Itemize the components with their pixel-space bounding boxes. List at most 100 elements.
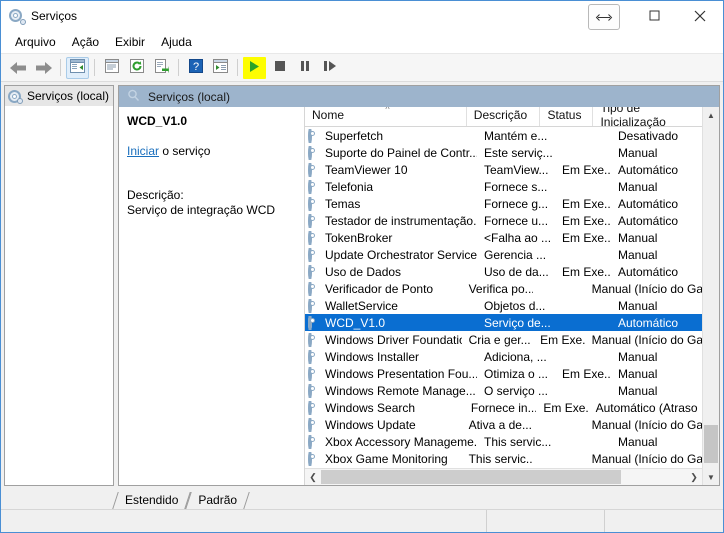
cell-descricao: Objetos d...	[484, 298, 546, 313]
cell-nome: Verificador de Ponto	[305, 281, 462, 296]
column-header-status[interactable]: Status	[540, 104, 594, 126]
cell-tipo-inicializacao: Automático (Atraso ...	[595, 400, 702, 415]
table-row[interactable]: Uso de Dados Uso de da... Em Exe... Automát…	[305, 263, 702, 280]
close-button[interactable]	[677, 1, 723, 30]
start-service-button[interactable]	[243, 56, 266, 79]
table-row[interactable]: Xbox Accessory Manageme... This servic...…	[305, 433, 702, 450]
cell-tipo-inicializacao: Manual	[618, 179, 658, 194]
cell-nome: Temas	[305, 196, 477, 211]
forward-button[interactable]	[32, 57, 55, 79]
table-row[interactable]: Suporte do Painel de Contr... Este serviç…	[305, 144, 702, 161]
tree-item-servicos-local[interactable]: Serviços (local)	[5, 86, 113, 106]
service-gear-icon	[308, 230, 321, 245]
cell-nome: Windows Update	[305, 417, 462, 432]
table-row[interactable]: TeamViewer 10 TeamView... Em Exe... Automát…	[305, 161, 702, 178]
table-row[interactable]: Windows Update Ativa a de... Manual (Iníci…	[305, 416, 702, 433]
pane-header: Serviços (local)	[119, 86, 719, 107]
service-gear-icon	[308, 451, 321, 466]
service-gear-icon	[308, 162, 321, 177]
scroll-up-arrow-icon[interactable]: ▲	[703, 107, 719, 123]
menu-exibir[interactable]: Exibir	[107, 32, 153, 52]
cell-descricao: Este serviç...	[484, 145, 553, 160]
menu-bar: Arquivo Ação Exibir Ajuda	[1, 31, 723, 54]
vscroll-thumb[interactable]	[704, 425, 718, 463]
properties-button[interactable]	[100, 57, 123, 79]
cell-tipo-inicializacao: Manual	[618, 366, 658, 381]
hscroll-thumb[interactable]	[321, 470, 621, 484]
cell-nome: WCD_V1.0	[305, 315, 477, 330]
cell-tipo-inicializacao: Manual	[618, 230, 658, 245]
show-hide-tree-button[interactable]	[66, 56, 89, 79]
cell-tipo-inicializacao: Manual	[618, 434, 658, 449]
scroll-right-arrow-icon[interactable]: ❯	[686, 469, 702, 485]
table-row[interactable]: Windows Search Fornece in... Em Exe... Auto…	[305, 399, 702, 416]
table-row[interactable]: TokenBroker <Falha ao ... Em Exe... Manual	[305, 229, 702, 246]
table-row[interactable]: Windows Presentation Fou... Otimiza o ...…	[305, 365, 702, 382]
tab-estendido[interactable]: Estendido	[112, 492, 192, 509]
cell-nome: Windows Search	[305, 400, 464, 415]
menu-arquivo[interactable]: Arquivo	[7, 32, 64, 52]
horizontal-scrollbar[interactable]: ❮ ❯	[305, 468, 702, 485]
stop-service-button[interactable]	[268, 57, 291, 79]
hscroll-track[interactable]	[321, 469, 686, 485]
cell-status: Em Exe...	[562, 162, 611, 177]
help-button[interactable]: ?	[184, 57, 207, 79]
table-row[interactable]: Windows Driver Foundation... Cria e ger..…	[305, 331, 702, 348]
vscroll-track[interactable]	[703, 123, 719, 469]
cell-nome-label: Windows Update	[325, 417, 416, 432]
cell-nome: TokenBroker	[305, 230, 477, 245]
back-button[interactable]	[7, 57, 30, 79]
cell-tipo-inicializacao: Desativado	[618, 128, 679, 143]
table-row[interactable]: WalletService Objetos d... Manual	[305, 297, 702, 314]
cell-tipo-inicializacao: Manual	[618, 145, 658, 160]
list-header: Nome ^ Descrição Status Tipo de Iniciali…	[305, 101, 702, 129]
cell-nome-label: Windows Remote Manage...	[325, 383, 476, 398]
table-row[interactable]: Xbox Game Monitoring This servic... Manual…	[305, 450, 702, 467]
table-row[interactable]: Testador de instrumentação... Fornece u..…	[305, 212, 702, 229]
main-body: Serviços (local) Serviços (local) WCD_V1…	[1, 82, 723, 489]
table-row[interactable]: Superfetch Mantém e... Desativado	[305, 127, 702, 144]
cell-nome: Update Orchestrator Service	[305, 247, 477, 262]
toolbar: ?	[1, 54, 723, 82]
service-gear-icon	[308, 264, 321, 279]
table-row[interactable]: WCD_V1.0 Serviço de... Automático	[305, 314, 702, 331]
status-pane-secondary	[487, 510, 605, 532]
column-header-descricao[interactable]: Descrição	[467, 104, 541, 126]
service-gear-icon	[308, 247, 321, 262]
tab-padrao[interactable]: Padrão	[185, 492, 250, 509]
table-row[interactable]: Temas Fornece g... Em Exe... Automático	[305, 195, 702, 212]
table-row[interactable]: Verificador de Ponto Verifica po... Manual…	[305, 280, 702, 297]
play-icon	[248, 60, 261, 76]
column-header-nome[interactable]: Nome ^	[305, 104, 467, 126]
cell-descricao: Gerencia ...	[484, 247, 547, 262]
detail-action-suffix: o serviço	[159, 144, 211, 158]
question-mark-icon: ?	[188, 59, 203, 76]
table-row[interactable]: Windows Installer Adiciona, ... Manual	[305, 348, 702, 365]
cell-descricao: Uso de da...	[484, 264, 549, 279]
cell-status: Em Exe...	[562, 196, 611, 211]
refresh-button[interactable]	[125, 57, 148, 79]
cell-descricao: This servic...	[468, 451, 534, 466]
service-gear-icon	[308, 332, 321, 347]
table-row[interactable]: Windows Remote Manage... O serviço ... Man…	[305, 382, 702, 399]
services-gear-icon	[9, 8, 26, 25]
maximize-button[interactable]	[631, 1, 677, 30]
vertical-scrollbar[interactable]: ▲ ▼	[702, 107, 719, 485]
scroll-down-arrow-icon[interactable]: ▼	[703, 469, 719, 485]
list-rows-container: Superfetch Mantém e... Desativado Suporte d…	[305, 127, 702, 468]
column-header-tipo-inicializacao[interactable]: Tipo de Inicialização	[593, 101, 702, 129]
restart-service-button[interactable]	[318, 57, 341, 79]
scroll-left-arrow-icon[interactable]: ❮	[305, 469, 321, 485]
pause-service-button[interactable]	[293, 57, 316, 79]
cell-tipo-inicializacao: Automático	[618, 162, 679, 177]
properties-icon	[104, 59, 119, 76]
menu-ajuda[interactable]: Ajuda	[153, 32, 200, 52]
cell-nome-label: Windows Search	[325, 400, 416, 415]
table-row[interactable]: Update Orchestrator Service Gerencia ... M…	[305, 246, 702, 263]
show-action-pane-button[interactable]	[209, 57, 232, 79]
menu-acao[interactable]: Ação	[64, 32, 107, 52]
table-row[interactable]: Telefonia Fornece s... Manual	[305, 178, 702, 195]
tree-panel-icon	[70, 59, 85, 76]
export-list-button[interactable]	[150, 57, 173, 79]
start-service-link[interactable]: Iniciar	[127, 144, 159, 158]
